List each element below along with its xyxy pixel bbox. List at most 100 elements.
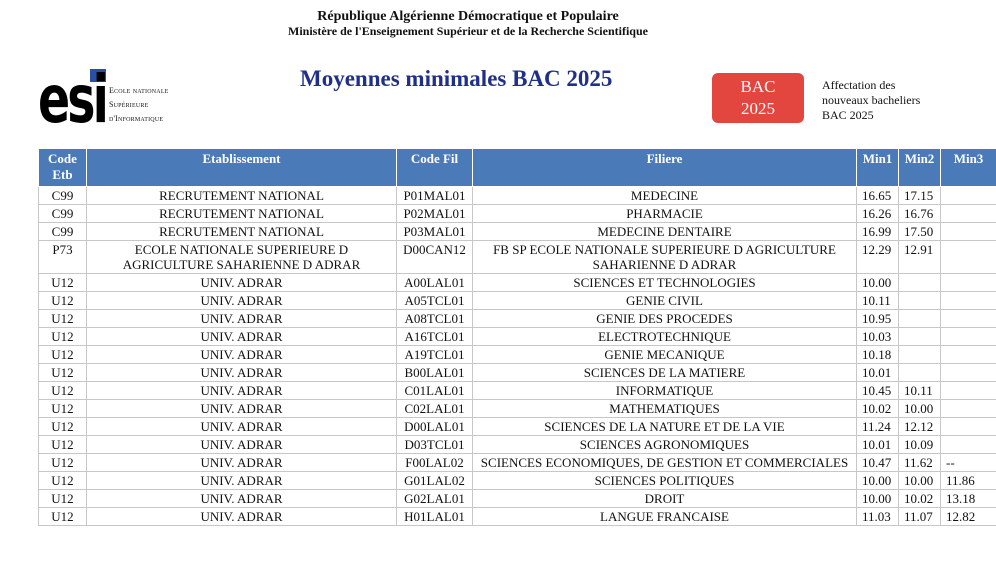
cell-etablissement: UNIV. ADRAR (86, 273, 397, 292)
cell-min3 (940, 417, 996, 436)
cell-code-fil: A19TCL01 (396, 345, 473, 364)
table-row: C99 RECRUTEMENT NATIONAL P01MAL01 MEDECINE 1… (38, 186, 996, 205)
cell-min1: 10.01 (856, 363, 899, 382)
cell-code-etb: C99 (38, 222, 87, 241)
cell-code-fil: A00LAL01 (396, 273, 473, 292)
cell-min3 (940, 186, 996, 205)
cell-etablissement: RECRUTEMENT NATIONAL (86, 222, 397, 241)
cell-min2: 11.07 (898, 507, 941, 526)
table-row: U12 UNIV. ADRAR B00LAL01 SCIENCES DE LA MAT… (38, 363, 996, 382)
cell-filiere: SCIENCES POLITIQUES (472, 471, 857, 490)
cell-min2: 10.00 (898, 471, 941, 490)
table-row: U12 UNIV. ADRAR A08TCL01 GENIE DES PROCEDES… (38, 309, 996, 328)
table-row: C99 RECRUTEMENT NATIONAL P03MAL01 MEDECINE … (38, 222, 996, 241)
cell-code-etb: U12 (38, 471, 87, 490)
cell-code-etb: U12 (38, 489, 87, 508)
cell-min1: 10.00 (856, 273, 899, 292)
cell-etablissement: UNIV. ADRAR (86, 435, 397, 454)
cell-min3 (940, 399, 996, 418)
table-row: U12 UNIV. ADRAR A05TCL01 GENIE CIVIL 10.11 (38, 291, 996, 310)
cell-code-fil: G02LAL01 (396, 489, 473, 508)
cell-filiere: MATHEMATIQUES (472, 399, 857, 418)
col-etablissement: Etablissement (86, 148, 397, 187)
cell-min1: 10.45 (856, 381, 899, 400)
cell-code-fil: G01LAL02 (396, 471, 473, 490)
cell-filiere: GENIE CIVIL (472, 291, 857, 310)
cell-filiere: MEDECINE (472, 186, 857, 205)
cell-etablissement: UNIV. ADRAR (86, 327, 397, 346)
cell-etablissement: UNIV. ADRAR (86, 363, 397, 382)
cell-code-fil: F00LAL02 (396, 453, 473, 472)
cell-min2 (898, 363, 941, 382)
cell-etablissement: UNIV. ADRAR (86, 399, 397, 418)
cell-code-etb: U12 (38, 417, 87, 436)
cell-min2: 16.76 (898, 204, 941, 223)
cell-min2: 10.09 (898, 435, 941, 454)
cell-code-etb: U12 (38, 345, 87, 364)
affectation-note: Affectation des nouveaux bacheliers BAC … (822, 78, 921, 122)
cell-min2: 17.50 (898, 222, 941, 241)
cell-min3 (940, 309, 996, 328)
cell-min3 (940, 273, 996, 292)
ministry-header: République Algérienne Démocratique et Po… (0, 9, 936, 39)
cell-code-etb: U12 (38, 327, 87, 346)
cell-code-fil: H01LAL01 (396, 507, 473, 526)
cell-code-fil: P02MAL01 (396, 204, 473, 223)
table-row: U12 UNIV. ADRAR A16TCL01 ELECTROTECHNIQUE 10… (38, 327, 996, 346)
cell-filiere: DROIT (472, 489, 857, 508)
table-row: U12 UNIV. ADRAR D03TCL01 SCIENCES AGRONOMIQ… (38, 435, 996, 454)
cell-min3 (940, 204, 996, 223)
table-row: U12 UNIV. ADRAR C01LAL01 INFORMATIQUE 10.45 1… (38, 381, 996, 400)
cell-min3 (940, 291, 996, 310)
cell-code-fil: P03MAL01 (396, 222, 473, 241)
table-row: U12 UNIV. ADRAR G02LAL01 DROIT 10.00 10.02 13.… (38, 489, 996, 508)
table-row: U12 UNIV. ADRAR H01LAL01 LANGUE FRANCAISE 11… (38, 507, 996, 526)
cell-min1: 10.03 (856, 327, 899, 346)
results-table: Code Etb Etablissement Code Fil Filiere … (38, 148, 996, 526)
bac-badge: BAC 2025 (712, 73, 804, 123)
cell-min3 (940, 381, 996, 400)
cell-etablissement: UNIV. ADRAR (86, 291, 397, 310)
table-header-row: Code Etb Etablissement Code Fil Filiere … (38, 148, 996, 187)
cell-min2: 12.91 (898, 240, 941, 274)
cell-filiere: INFORMATIQUE (472, 381, 857, 400)
cell-min2: 10.11 (898, 381, 941, 400)
cell-code-etb: U12 (38, 507, 87, 526)
cell-min3 (940, 363, 996, 382)
cell-code-fil: A16TCL01 (396, 327, 473, 346)
cell-etablissement: UNIV. ADRAR (86, 381, 397, 400)
cell-min2 (898, 345, 941, 364)
cell-min1: 11.24 (856, 417, 899, 436)
svg-text:esi: esi (38, 69, 106, 127)
cell-min3: -- (940, 453, 996, 472)
ministry-name: Ministère de l'Enseignement Supérieur et… (288, 24, 648, 38)
col-min1: Min1 (856, 148, 899, 187)
cell-filiere: LANGUE FRANCAISE (472, 507, 857, 526)
cell-min1: 10.02 (856, 399, 899, 418)
cell-min3: 12.82 (940, 507, 996, 526)
cell-min1: 10.00 (856, 471, 899, 490)
cell-code-etb: U12 (38, 309, 87, 328)
cell-etablissement: UNIV. ADRAR (86, 345, 397, 364)
cell-code-fil: D00LAL01 (396, 417, 473, 436)
cell-min1: 10.11 (856, 291, 899, 310)
cell-filiere: GENIE DES PROCEDES (472, 309, 857, 328)
cell-min3: 13.18 (940, 489, 996, 508)
cell-min1: 16.65 (856, 186, 899, 205)
cell-etablissement: UNIV. ADRAR (86, 507, 397, 526)
cell-min2: 10.02 (898, 489, 941, 508)
cell-min3 (940, 240, 996, 274)
cell-min3 (940, 345, 996, 364)
cell-min3 (940, 327, 996, 346)
cell-filiere: SCIENCES DE LA NATURE ET DE LA VIE (472, 417, 857, 436)
col-min3: Min3 (940, 148, 996, 187)
cell-min2: 11.62 (898, 453, 941, 472)
cell-min1: 10.95 (856, 309, 899, 328)
cell-min2 (898, 327, 941, 346)
cell-code-fil: B00LAL01 (396, 363, 473, 382)
cell-code-fil: D03TCL01 (396, 435, 473, 454)
cell-min1: 10.18 (856, 345, 899, 364)
cell-filiere: SCIENCES DE LA MATIERE (472, 363, 857, 382)
cell-filiere: SCIENCES AGRONOMIQUES (472, 435, 857, 454)
cell-code-fil: C01LAL01 (396, 381, 473, 400)
